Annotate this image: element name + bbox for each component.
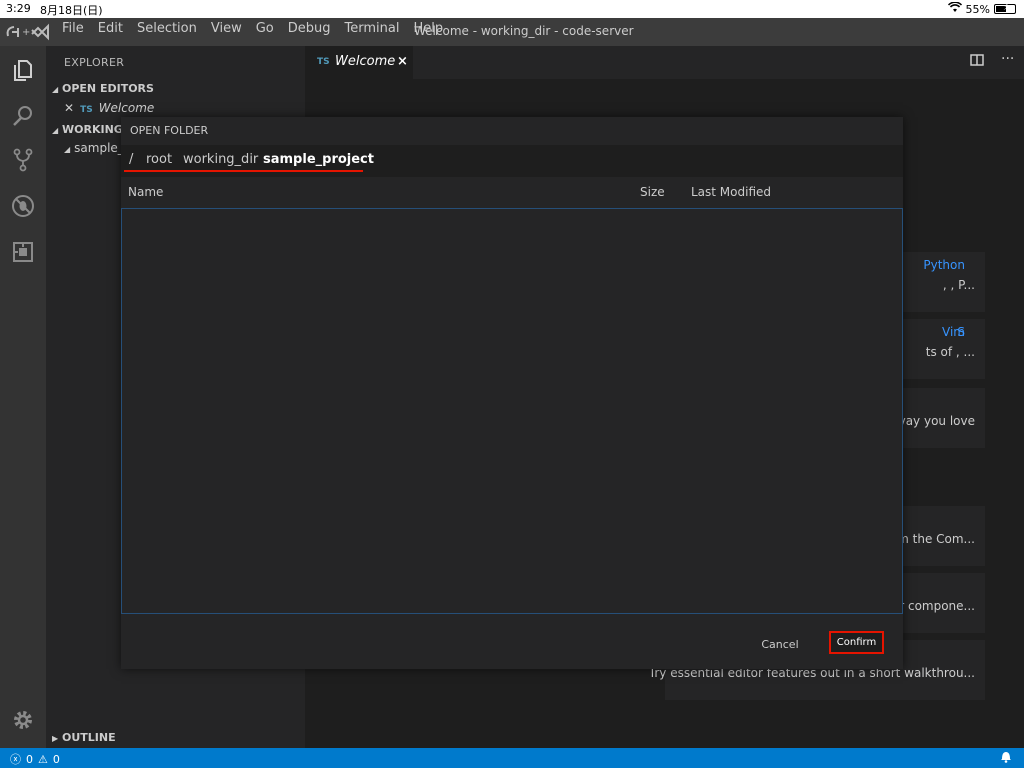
breadcrumb-root[interactable]: / [129, 152, 133, 167]
clock: 3:29 [6, 2, 31, 15]
status-indicators: 55% ⚡ [947, 1, 1016, 16]
column-name[interactable]: Name [128, 185, 163, 199]
file-list-header: Name Size Last Modified [121, 177, 903, 207]
outline-section[interactable]: ▶ OUTLINE [52, 731, 116, 744]
open-editor-label: Welcome [98, 101, 155, 115]
code-server-logo-icon: + [4, 22, 52, 42]
workspace-section[interactable]: ◢ WORKING_ [52, 123, 128, 136]
close-icon[interactable]: × [397, 54, 408, 69]
extensions-icon[interactable] [10, 240, 36, 266]
card-text: vay you love [898, 414, 975, 428]
chevron-down-icon: ◢ [52, 85, 59, 94]
menu-debug[interactable]: Debug [288, 21, 331, 36]
more-actions-icon[interactable]: ··· [1001, 51, 1014, 67]
breadcrumb-sample-project[interactable]: sample_project [263, 152, 374, 167]
explorer-icon[interactable] [10, 58, 36, 84]
column-size[interactable]: Size [640, 185, 665, 199]
source-control-icon[interactable] [10, 148, 36, 174]
menu-terminal[interactable]: Terminal [345, 21, 400, 36]
typescript-icon: TS [317, 57, 330, 67]
tab-welcome[interactable]: TS Welcome × [305, 46, 413, 79]
tab-label: Welcome [335, 54, 396, 69]
close-icon[interactable]: ✕ [64, 101, 74, 115]
gear-icon[interactable] [10, 708, 36, 734]
highlight-underline [124, 170, 363, 172]
breadcrumb: / root working_dir sample_project [121, 145, 903, 177]
window-title: Welcome - working_dir - code-server [414, 24, 634, 38]
editor-tabs: TS Welcome × ··· [305, 46, 1024, 79]
cancel-button[interactable]: Cancel [753, 633, 807, 655]
problems-indicator[interactable]: ⓧ 0 ⚠ 0 [10, 751, 60, 767]
bell-icon[interactable] [1000, 750, 1012, 766]
battery-icon: ⚡ [994, 2, 1016, 14]
breadcrumb-root-folder[interactable]: root [146, 152, 172, 167]
debug-icon[interactable] [10, 194, 36, 220]
activity-bar [0, 46, 46, 748]
title-bar: + File Edit Selection View Go Debug Term… [0, 18, 1024, 46]
open-folder-dialog: OPEN FOLDER / root working_dir sample_pr… [121, 117, 903, 669]
typescript-icon: TS [80, 105, 93, 115]
open-editor-item[interactable]: ✕ TS Welcome [64, 101, 154, 115]
chevron-down-icon: ◢ [52, 126, 59, 135]
chevron-right-icon: ▶ [52, 734, 59, 743]
svg-text:+: + [22, 27, 30, 38]
menu-go[interactable]: Go [256, 21, 274, 36]
card-text: ts of Vim, S... [925, 325, 975, 359]
open-editors-section[interactable]: ◢ OPEN EDITORS [52, 82, 154, 95]
chevron-down-icon: ◢ [64, 145, 71, 154]
menu-view[interactable]: View [211, 21, 242, 36]
dialog-title: OPEN FOLDER [130, 124, 209, 137]
split-editor-icon[interactable] [970, 53, 984, 71]
error-icon: ⓧ [10, 753, 21, 766]
menu-selection[interactable]: Selection [137, 21, 197, 36]
ios-status-bar: 3:29 8月18日(日) 55% ⚡ [0, 0, 1024, 18]
card-text: r compone... [899, 599, 975, 613]
file-list[interactable] [121, 208, 903, 614]
status-bar: ⓧ 0 ⚠ 0 [0, 748, 1024, 768]
warning-icon: ⚠ [38, 752, 48, 766]
sidebar-title: EXPLORER [64, 56, 125, 69]
breadcrumb-working-dir[interactable]: working_dir [183, 152, 258, 167]
menu-file[interactable]: File [62, 21, 84, 36]
error-count: 0 [26, 752, 33, 766]
battery-percent: 55% [965, 2, 990, 16]
menu-edit[interactable]: Edit [98, 21, 123, 36]
warning-count: 0 [52, 752, 60, 766]
card-text: , Python, P... [923, 258, 975, 292]
confirm-button[interactable]: Confirm [829, 631, 884, 654]
menu-bar: File Edit Selection View Go Debug Termin… [62, 21, 443, 36]
wifi-icon [947, 1, 962, 16]
search-icon[interactable] [10, 104, 36, 130]
folder-item[interactable]: ◢ sample_ [64, 141, 124, 155]
column-last-modified[interactable]: Last Modified [691, 185, 771, 199]
date: 8月18日(日) [40, 4, 103, 17]
